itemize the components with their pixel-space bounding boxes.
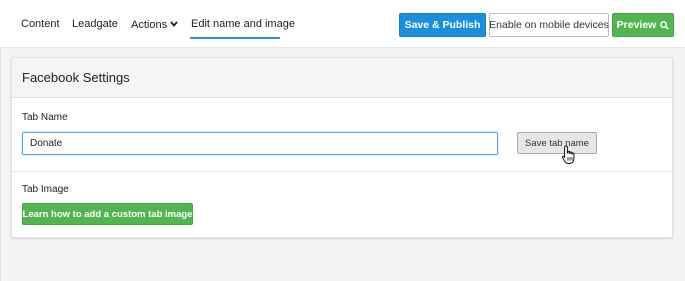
tab-name-input[interactable] (22, 132, 498, 155)
card-title: Facebook Settings (22, 70, 130, 85)
search-icon (660, 20, 670, 30)
save-publish-button[interactable]: Save & Publish (399, 13, 486, 37)
tab-name-label: Tab Name (22, 112, 68, 123)
tab-content[interactable]: Content (21, 18, 60, 30)
tab-leadgate[interactable]: Leadgate (72, 18, 118, 30)
save-tab-name-button[interactable]: Save tab name (517, 132, 597, 154)
preview-button[interactable]: Preview (612, 13, 674, 37)
active-tab-indicator (190, 37, 280, 39)
tab-actions-label: Actions (131, 19, 168, 31)
preview-label: Preview (616, 19, 657, 31)
tab-edit-name-and-image[interactable]: Edit name and image (191, 18, 295, 30)
tab-actions[interactable]: Actions (131, 18, 178, 31)
card-header: Facebook Settings (12, 58, 672, 98)
enable-mobile-button[interactable]: Enable on mobile devices (489, 13, 609, 37)
top-toolbar: Content Leadgate Actions Edit name and i… (0, 0, 685, 48)
section-divider (12, 171, 672, 172)
chevron-down-icon (170, 18, 178, 30)
learn-custom-tab-image-button[interactable]: Learn how to add a custom tab image (22, 203, 193, 225)
hand-pointer-cursor-icon (561, 145, 575, 164)
tab-image-label: Tab Image (22, 184, 69, 195)
